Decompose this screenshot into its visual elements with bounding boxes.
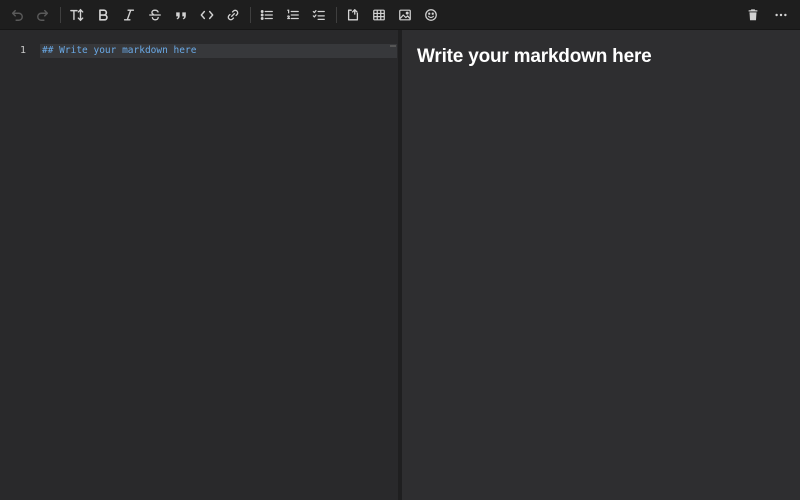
toolbar-separator bbox=[60, 6, 61, 23]
quote-icon bbox=[176, 11, 186, 19]
image-icon bbox=[399, 9, 411, 20]
undo-button[interactable] bbox=[6, 4, 28, 26]
emoji-icon bbox=[425, 8, 437, 21]
redo-button[interactable] bbox=[32, 4, 54, 26]
trash-icon bbox=[748, 9, 758, 21]
text-size-icon bbox=[70, 8, 84, 21]
markdown-editor[interactable]: 1 ## Write your markdown here bbox=[0, 30, 398, 500]
bold-button[interactable] bbox=[92, 4, 114, 26]
markdown-preview: Write your markdown here bbox=[402, 30, 800, 500]
bullet-list-button[interactable] bbox=[256, 4, 278, 26]
bullet-list-icon bbox=[260, 9, 273, 20]
editor-scrollbar[interactable] bbox=[390, 45, 396, 47]
table-button[interactable] bbox=[368, 4, 390, 26]
numbered-list-button[interactable] bbox=[282, 4, 304, 26]
emoji-button[interactable] bbox=[420, 4, 442, 26]
line-number: 1 bbox=[19, 45, 26, 56]
toolbar-separator bbox=[250, 6, 251, 23]
task-list-button[interactable] bbox=[308, 4, 330, 26]
undo-icon bbox=[11, 9, 23, 21]
redo-icon bbox=[37, 9, 49, 21]
more-button[interactable] bbox=[770, 4, 792, 26]
toolbar-separator bbox=[336, 6, 337, 23]
more-icon bbox=[775, 13, 787, 17]
checklist-icon bbox=[312, 9, 325, 20]
heading-button[interactable] bbox=[66, 4, 88, 26]
bold-icon bbox=[99, 8, 108, 21]
code-icon bbox=[200, 10, 214, 19]
strikethrough-icon bbox=[149, 9, 161, 20]
numbered-list-icon bbox=[287, 9, 299, 19]
strikethrough-button[interactable] bbox=[144, 4, 166, 26]
line-gutter: 1 bbox=[0, 30, 38, 500]
image-button[interactable] bbox=[394, 4, 416, 26]
toolbar-right bbox=[736, 4, 792, 26]
italic-button[interactable] bbox=[118, 4, 140, 26]
link-icon bbox=[227, 9, 239, 20]
italic-icon bbox=[123, 8, 135, 21]
toolbar bbox=[0, 0, 800, 30]
insert-block-icon bbox=[347, 8, 359, 20]
link-button[interactable] bbox=[222, 4, 244, 26]
table-icon bbox=[373, 9, 385, 20]
preview-heading: Write your markdown here bbox=[417, 46, 652, 67]
delete-button[interactable] bbox=[742, 4, 764, 26]
insert-block-button[interactable] bbox=[342, 4, 364, 26]
code-button[interactable] bbox=[196, 4, 218, 26]
editor-line[interactable]: ## Write your markdown here bbox=[42, 45, 196, 56]
quote-button[interactable] bbox=[170, 4, 192, 26]
